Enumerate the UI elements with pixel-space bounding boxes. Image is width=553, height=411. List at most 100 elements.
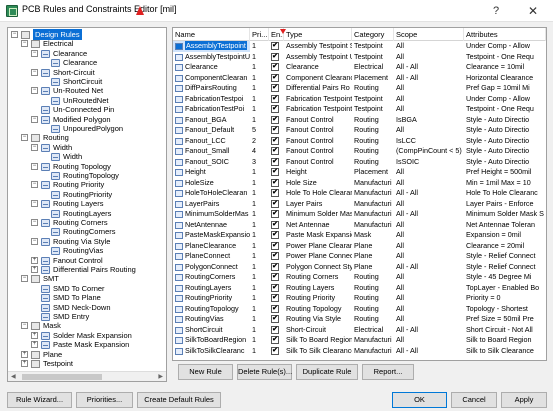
table-row[interactable]: SilkToSilkClearanc 1 Silk To Silk Clearanc… <box>173 346 546 357</box>
table-row[interactable]: Fanout_LCC 2 Fanout Control Routing IsLCC Sty… <box>173 136 546 147</box>
table-row[interactable]: RoutingVias 1 Routing Via Style Routing All P… <box>173 314 546 325</box>
expand-icon[interactable]: + <box>31 331 38 339</box>
collapse-icon[interactable]: − <box>31 200 38 208</box>
enabled-checkbox[interactable]: ✔ <box>271 315 279 323</box>
table-row[interactable]: HoleSize 1 Hole Size Manufacturi All Min = 1m… <box>173 178 546 189</box>
table-row[interactable]: AssemblyTestpointU 1 Assembly Testpoint UT… <box>173 52 546 63</box>
column-header-name[interactable]: Name <box>173 28 250 41</box>
expand-icon[interactable]: + <box>31 266 38 273</box>
enabled-checkbox[interactable]: ✔ <box>271 199 279 208</box>
collapse-icon[interactable]: − <box>21 40 28 48</box>
table-row[interactable]: RoutingLayers 1 Routing Layers Routing All To… <box>173 283 546 294</box>
create-default-rules-button[interactable]: Create Default Rules <box>137 392 221 408</box>
enabled-checkbox[interactable]: ✔ <box>271 346 279 355</box>
rules-tree[interactable]: − Design Rules − Electrical − Clearance Cleara… <box>7 27 167 382</box>
table-row[interactable]: Clearance 1 Clearance Electrical All - All Cl… <box>173 62 546 73</box>
enabled-checkbox[interactable]: ✔ <box>271 147 279 155</box>
enabled-checkbox[interactable]: ✔ <box>271 294 279 302</box>
table-row[interactable]: RoutingPriority 1 Routing Priority Routing A… <box>173 293 546 304</box>
enabled-checkbox[interactable]: ✔ <box>271 231 279 239</box>
scroll-right-icon[interactable]: ▶ <box>158 373 163 380</box>
new-rule-button[interactable]: New Rule <box>178 364 233 380</box>
table-row[interactable]: ShortCircuit 1 Short-Circuit Electrical All … <box>173 325 546 336</box>
table-row[interactable]: NetAntennae 1 Net Antennae Manufacturi All Ne… <box>173 220 546 231</box>
enabled-checkbox[interactable]: ✔ <box>271 84 279 92</box>
apply-button[interactable]: Apply <box>501 392 547 408</box>
column-header-type[interactable]: Type <box>284 28 352 41</box>
duplicate-rule-button[interactable]: Duplicate Rule <box>296 364 358 380</box>
enabled-checkbox[interactable]: ✔ <box>271 210 279 218</box>
table-row[interactable]: PlaneClearance 1 Power Plane Clearanc Plane… <box>173 241 546 252</box>
expand-icon[interactable]: + <box>21 350 28 358</box>
tree-item[interactable]: + Testpoint <box>8 358 166 369</box>
enabled-checkbox[interactable]: ✔ <box>271 178 279 187</box>
table-row[interactable]: ComponentClearan 1 Component Clearance Plac… <box>173 73 546 84</box>
table-row[interactable]: PolygonConnect 1 Polygon Connect Styl Plane… <box>173 262 546 273</box>
collapse-icon[interactable]: − <box>31 49 38 57</box>
collapse-icon[interactable]: − <box>11 31 18 38</box>
tree-horizontal-scrollbar[interactable]: ◀ ▶ <box>8 371 166 381</box>
table-row[interactable]: LayerPairs 1 Layer Pairs Manufacturi All Laye… <box>173 199 546 210</box>
enabled-checkbox[interactable]: ✔ <box>271 241 279 250</box>
enabled-checkbox[interactable]: ✔ <box>271 283 279 292</box>
table-row[interactable]: FabricationTestpoi 1 Fabrication Testpoint… <box>173 94 546 105</box>
enabled-checkbox[interactable]: ✔ <box>271 73 279 82</box>
ok-button[interactable]: OK <box>392 392 447 408</box>
expand-icon[interactable]: + <box>31 256 38 264</box>
enabled-checkbox[interactable]: ✔ <box>271 52 279 61</box>
table-row[interactable]: Fanout_SOIC 3 Fanout Control Routing IsSOIC S… <box>173 157 546 168</box>
table-row[interactable]: Fanout_Small 4 Fanout Control Routing (CompP… <box>173 146 546 157</box>
priorities-button[interactable]: Priorities... <box>76 392 133 408</box>
enabled-checkbox[interactable]: ✔ <box>271 136 279 145</box>
enabled-checkbox[interactable]: ✔ <box>271 42 279 50</box>
report-button[interactable]: Report... <box>362 364 414 380</box>
enabled-checkbox[interactable]: ✔ <box>271 126 279 134</box>
enabled-checkbox[interactable]: ✔ <box>271 273 279 281</box>
table-row[interactable]: FabricationTestPoi 1 Fabrication Testpoint… <box>173 104 546 115</box>
enabled-checkbox[interactable]: ✔ <box>271 94 279 103</box>
enabled-checkbox[interactable]: ✔ <box>271 168 279 176</box>
enabled-checkbox[interactable]: ✔ <box>271 252 279 260</box>
enabled-checkbox[interactable]: ✔ <box>271 105 279 113</box>
enabled-checkbox[interactable]: ✔ <box>271 336 279 344</box>
expand-icon[interactable]: + <box>21 360 28 367</box>
table-row[interactable]: Fanout_Default 5 Fanout Control Routing All S… <box>173 125 546 136</box>
collapse-icon[interactable]: − <box>21 275 28 283</box>
table-row[interactable]: Height 1 Height Placement All Pref Height = 5… <box>173 167 546 178</box>
enabled-checkbox[interactable]: ✔ <box>271 63 279 71</box>
scroll-left-icon[interactable]: ◀ <box>11 373 16 380</box>
rule-wizard-button[interactable]: Rule Wizard... <box>7 392 72 408</box>
table-row[interactable]: PlaneConnect 1 Power Plane Connect Plane All… <box>173 251 546 262</box>
collapse-icon[interactable]: − <box>31 237 38 245</box>
collapse-icon[interactable]: − <box>31 219 38 226</box>
collapse-icon[interactable]: − <box>31 143 38 151</box>
table-row[interactable]: SilkToBoardRegion 1 Silk To Board Region Ma… <box>173 335 546 346</box>
enabled-checkbox[interactable]: ✔ <box>271 262 279 271</box>
enabled-checkbox[interactable]: ✔ <box>271 304 279 313</box>
column-header-scope[interactable]: Scope <box>394 28 464 41</box>
collapse-icon[interactable]: − <box>31 115 38 123</box>
column-header-priority[interactable]: Pri... <box>250 28 269 41</box>
collapse-icon[interactable]: − <box>21 322 28 330</box>
enabled-checkbox[interactable]: ✔ <box>271 325 279 334</box>
table-row[interactable]: HoleToHoleClearan 1 Hole To Hole Clearan Ma… <box>173 188 546 199</box>
close-button[interactable]: ✕ <box>520 3 546 19</box>
collapse-icon[interactable]: − <box>31 87 38 95</box>
table-row[interactable]: RoutingTopology 1 Routing Topology Routing A… <box>173 304 546 315</box>
enabled-checkbox[interactable]: ✔ <box>271 220 279 229</box>
table-row[interactable]: PasteMaskExpansio 1 Paste Mask Expansion Ma… <box>173 230 546 241</box>
table-row[interactable]: MinimumSolderMas 1 Minimum Solder Mask Manu… <box>173 209 546 220</box>
table-row[interactable]: RoutingCorners 1 Routing Corners Routing All… <box>173 272 546 283</box>
enabled-checkbox[interactable]: ✔ <box>271 115 279 124</box>
collapse-icon[interactable]: − <box>31 68 38 76</box>
help-button[interactable]: ? <box>488 3 504 19</box>
table-row[interactable]: Fanout_BGA 1 Fanout Control Routing IsBGA Sty… <box>173 115 546 126</box>
table-row[interactable]: AssemblyTestpoint 1 Assembly Testpoint S Te… <box>173 41 546 52</box>
delete-rule-button[interactable]: Delete Rule(s)... <box>237 364 292 380</box>
column-header-attributes[interactable]: Attributes <box>464 28 546 41</box>
enabled-checkbox[interactable]: ✔ <box>271 189 279 197</box>
enabled-checkbox[interactable]: ✔ <box>271 157 279 166</box>
cancel-button[interactable]: Cancel <box>451 392 497 408</box>
collapse-icon[interactable]: − <box>21 134 28 142</box>
table-row[interactable]: DiffPairsRouting 1 Differential Pairs Ro Ro… <box>173 83 546 94</box>
